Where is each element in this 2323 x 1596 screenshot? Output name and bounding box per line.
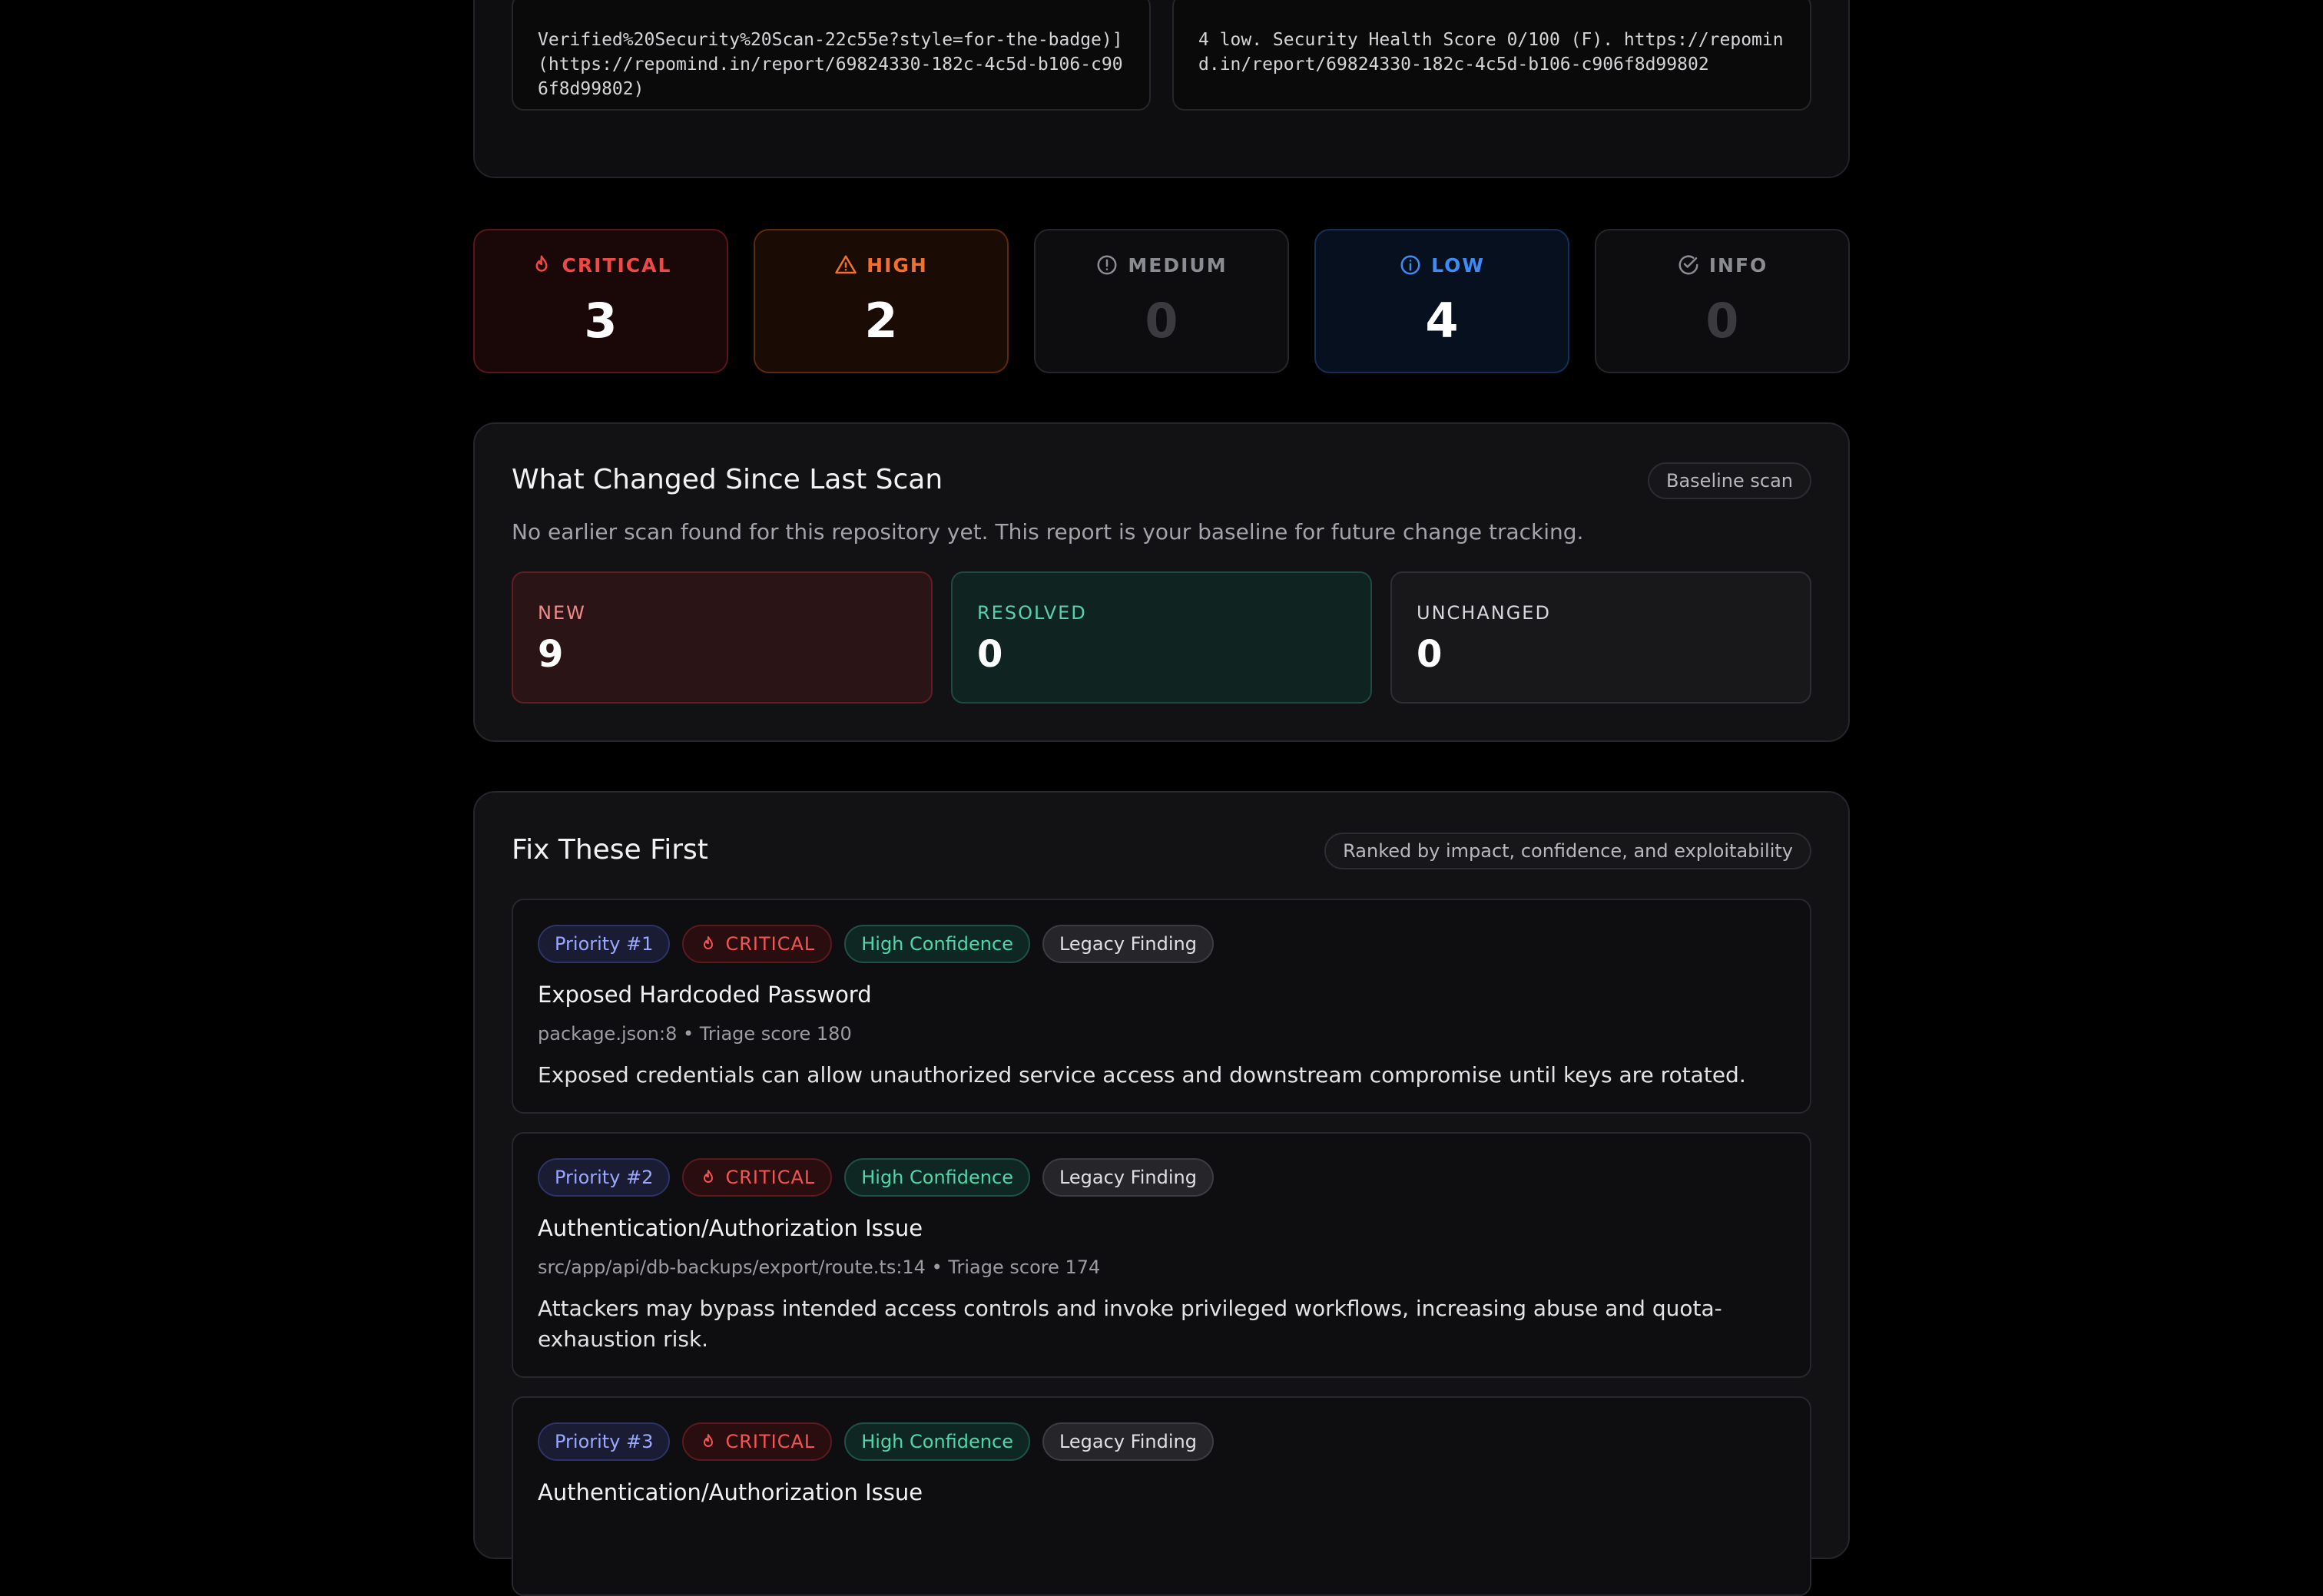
priority-tag: Priority #2	[538, 1158, 671, 1197]
flame-icon	[704, 1170, 714, 1183]
stat-value: 0	[1417, 633, 1443, 676]
fix-first-panel: Fix These First Ranked by impact, confid…	[473, 791, 1850, 1596]
finding-item[interactable]: Priority #2 CRITICAL High Confidence Leg…	[512, 1132, 1811, 1378]
warning-triangle-icon	[835, 255, 857, 274]
flame-icon	[704, 1434, 714, 1447]
severity-label: LOW	[1431, 253, 1485, 276]
status-tag: Legacy Finding	[1042, 1422, 1214, 1461]
finding-description: Attackers may bypass intended access con…	[538, 1296, 1722, 1352]
severity-label: MEDIUM	[1128, 253, 1228, 276]
summary-text-code[interactable]: 4 low. Security Health Score 0/100 (F). …	[1172, 0, 1811, 111]
severity-count: 3	[584, 293, 618, 349]
alert-circle-icon	[1097, 255, 1117, 275]
finding-item[interactable]: Priority #3 CRITICAL High Confidence Leg…	[512, 1396, 1811, 1596]
stat-new: NEW 9	[512, 571, 933, 704]
flame-icon	[535, 255, 548, 272]
severity-count: 4	[1425, 293, 1459, 349]
ranking-badge: Ranked by impact, confidence, and exploi…	[1324, 833, 1811, 869]
stat-value: 0	[977, 633, 1003, 676]
confidence-tag: High Confidence	[844, 925, 1030, 963]
stat-value: 9	[538, 633, 564, 676]
severity-card-critical[interactable]: CRITICAL 3	[473, 229, 728, 373]
finding-title: Authentication/Authorization Issue	[538, 1479, 923, 1505]
finding-description: Exposed credentials can allow unauthoriz…	[538, 1062, 1746, 1088]
fix-first-title: Fix These First	[512, 834, 708, 866]
severity-tag: CRITICAL	[682, 925, 833, 963]
flame-icon	[704, 936, 714, 949]
stat-label: UNCHANGED	[1417, 602, 1551, 624]
severity-tag-label: CRITICAL	[725, 933, 816, 955]
confidence-tag: High Confidence	[844, 1158, 1030, 1197]
severity-tag: CRITICAL	[682, 1158, 833, 1197]
info-circle-icon	[1400, 255, 1420, 275]
severity-tag-label: CRITICAL	[725, 1431, 816, 1452]
severity-label: CRITICAL	[562, 253, 672, 276]
baseline-badge: Baseline scan	[1648, 462, 1811, 499]
finding-meta: package.json:8 • Triage score 180	[538, 1023, 852, 1045]
severity-label: HIGH	[867, 253, 928, 276]
changes-title: What Changed Since Last Scan	[512, 464, 943, 495]
status-tag: Legacy Finding	[1042, 1158, 1214, 1197]
severity-count: 0	[1705, 293, 1739, 349]
severity-summary: CRITICAL 3 HIGH 2 MEDIUM 0 LOW 4 INFO 0	[473, 229, 1850, 373]
severity-tag-label: CRITICAL	[725, 1167, 816, 1188]
check-circle-icon	[1678, 255, 1698, 275]
priority-tag: Priority #1	[538, 925, 671, 963]
changes-panel: What Changed Since Last Scan Baseline sc…	[473, 422, 1850, 742]
badge-markdown-code[interactable]: Verified%20Security%20Scan-22c55e?style=…	[512, 0, 1151, 111]
severity-card-medium[interactable]: MEDIUM 0	[1034, 229, 1289, 373]
stat-label: NEW	[538, 602, 586, 624]
severity-count: 2	[864, 293, 898, 349]
embed-code-panel: Verified%20Security%20Scan-22c55e?style=…	[473, 0, 1850, 178]
finding-item[interactable]: Priority #1 CRITICAL High Confidence Leg…	[512, 899, 1811, 1114]
severity-count: 0	[1145, 293, 1178, 349]
severity-card-low[interactable]: LOW 4	[1314, 229, 1569, 373]
stat-unchanged: UNCHANGED 0	[1390, 571, 1811, 704]
finding-title: Exposed Hardcoded Password	[538, 982, 872, 1008]
status-tag: Legacy Finding	[1042, 925, 1214, 963]
severity-card-info[interactable]: INFO 0	[1595, 229, 1850, 373]
finding-title: Authentication/Authorization Issue	[538, 1215, 923, 1241]
priority-tag: Priority #3	[538, 1422, 671, 1461]
confidence-tag: High Confidence	[844, 1422, 1030, 1461]
severity-card-high[interactable]: HIGH 2	[754, 229, 1009, 373]
severity-label: INFO	[1708, 253, 1768, 276]
severity-tag: CRITICAL	[682, 1422, 833, 1461]
stat-resolved: RESOLVED 0	[951, 571, 1372, 704]
stat-label: RESOLVED	[977, 602, 1087, 624]
changes-description: No earlier scan found for this repositor…	[512, 519, 1584, 545]
finding-meta: src/app/api/db-backups/export/route.ts:1…	[538, 1257, 1101, 1278]
